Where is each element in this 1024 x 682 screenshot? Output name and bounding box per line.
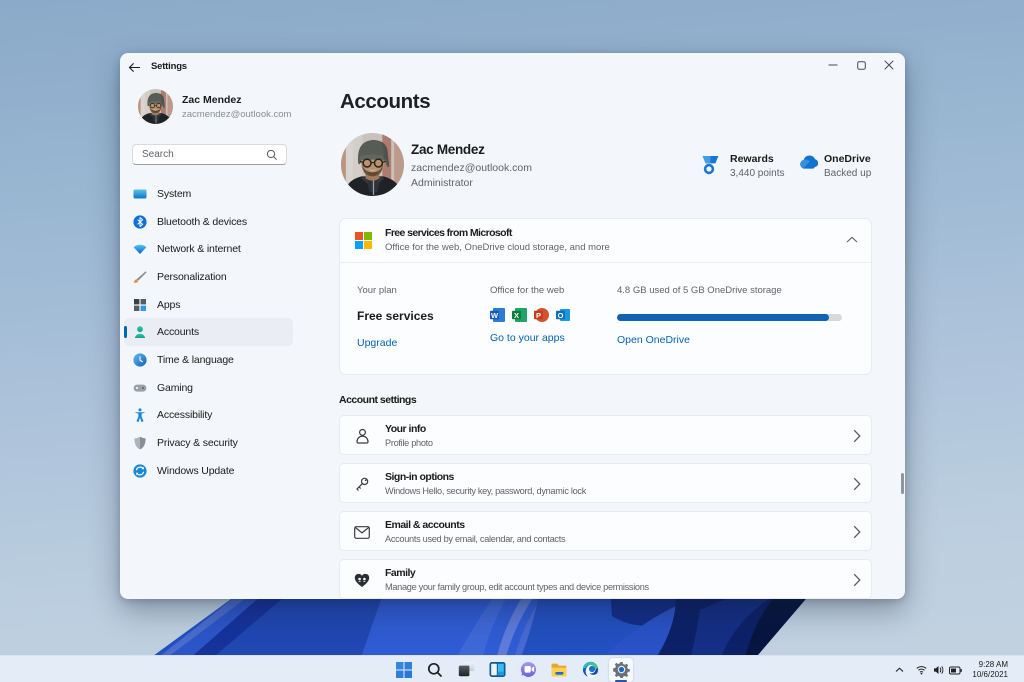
svg-text:O: O bbox=[558, 311, 564, 320]
svg-text:X: X bbox=[514, 311, 519, 320]
svg-text:P: P bbox=[536, 311, 541, 320]
svg-text:W: W bbox=[491, 311, 499, 320]
